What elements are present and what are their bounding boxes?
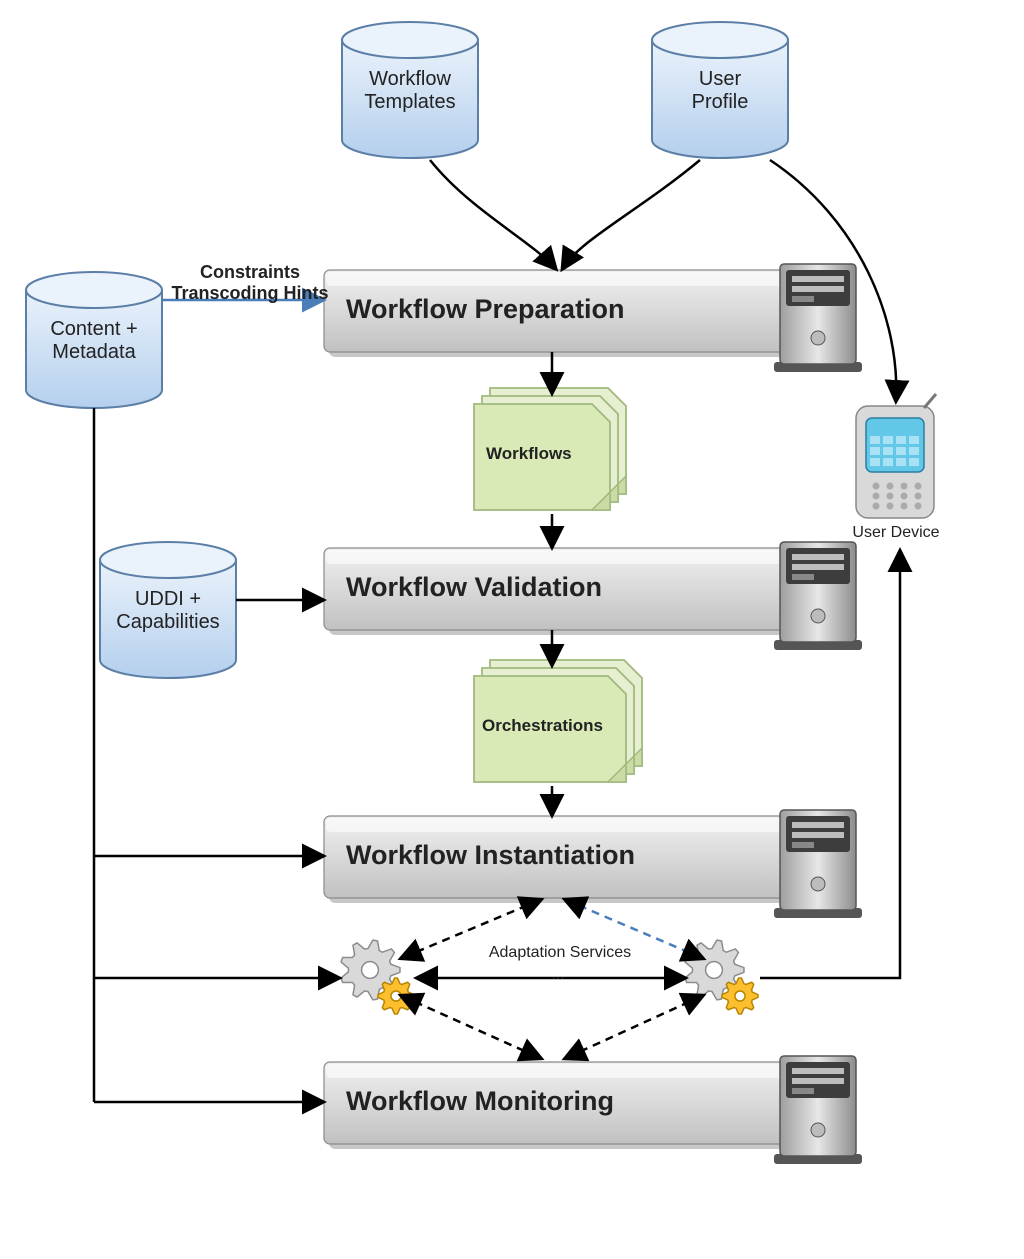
process-validation-label: Workflow Validation xyxy=(346,572,746,612)
server-icon xyxy=(774,810,862,918)
adaptation-services-label: Adaptation Services xyxy=(470,944,650,966)
server-icon xyxy=(774,1056,862,1164)
process-monitoring-label: Workflow Monitoring xyxy=(346,1086,746,1126)
server-icon xyxy=(774,542,862,650)
user-device-label: User Device xyxy=(842,524,950,548)
gear-icon xyxy=(378,978,414,1014)
adaptation-ellipsis: ... xyxy=(528,966,588,988)
server-icon xyxy=(774,264,862,372)
constraints-label: ConstraintsTranscoding Hints xyxy=(166,262,334,308)
gear-icon xyxy=(722,978,758,1014)
db-user-profile-label: UserProfile xyxy=(652,68,788,118)
db-uddi-label: UDDI +Capabilities xyxy=(100,588,236,638)
user-device-icon xyxy=(856,394,936,518)
process-preparation-label: Workflow Preparation xyxy=(346,294,746,334)
doc-workflows-label: Workflows xyxy=(486,444,606,468)
process-instantiation-label: Workflow Instantiation xyxy=(346,840,746,880)
db-workflow-templates-label: WorkflowTemplates xyxy=(342,68,478,118)
doc-orchestrations-label: Orchestrations xyxy=(482,716,622,740)
db-content-metadata-label: Content +Metadata xyxy=(26,318,162,368)
